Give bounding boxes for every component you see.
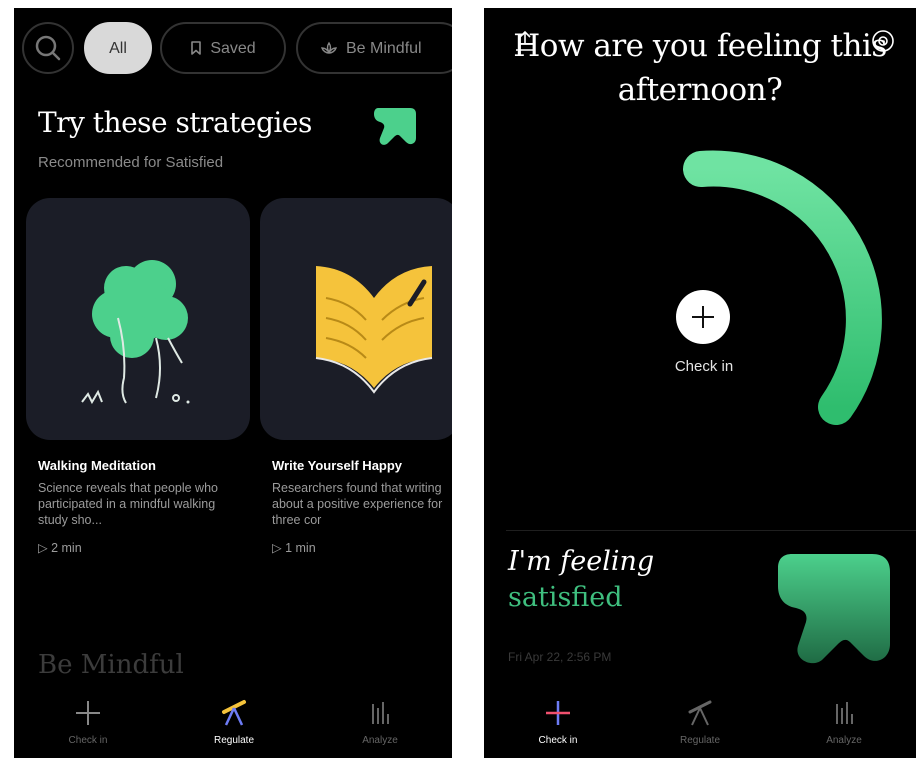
feeling-value: satisfied (508, 582, 623, 613)
card-description: Science reveals that people who particip… (38, 481, 218, 527)
card-title: Walking Meditation (38, 458, 156, 473)
regulate-screen: All Saved Be Mindful Try these strategie… (14, 8, 452, 758)
filter-chip-saved-label: Saved (210, 40, 256, 57)
check-in-label: Check in (674, 358, 734, 375)
card-duration-label: 2 min (51, 541, 82, 555)
tab-check-in[interactable]: Check in (38, 698, 138, 746)
card-duration: ▷ 2 min (38, 540, 82, 555)
tab-regulate[interactable]: Regulate (650, 698, 750, 746)
card-duration-label: 1 min (285, 541, 316, 555)
tab-label: Check in (68, 735, 108, 746)
telescope-icon (688, 700, 712, 726)
search-icon (35, 35, 61, 61)
card-title: Write Yourself Happy (272, 458, 403, 473)
strategy-card-write-yourself-happy[interactable] (260, 198, 452, 440)
be-mindful-heading: Be Mindful (38, 650, 184, 680)
mood-arc (683, 150, 882, 425)
bookmark-icon (191, 41, 202, 55)
tab-label: Check in (538, 735, 578, 746)
bar-chart-icon (372, 702, 389, 724)
tab-analyze[interactable]: Analyze (794, 698, 894, 746)
tab-label: Regulate (679, 735, 721, 746)
strategies-heading: Try these strategies (38, 106, 312, 139)
filter-chip-all[interactable]: All (84, 22, 152, 74)
check-in-button[interactable] (676, 290, 730, 344)
check-in-screen: How are you feeling this afternoon? Chec… (484, 8, 916, 758)
bar-chart-icon (836, 702, 853, 724)
tree-illustration-icon (81, 260, 190, 405)
tab-analyze[interactable]: Analyze (330, 698, 430, 746)
plus-icon (546, 701, 570, 725)
strategies-subtitle: Recommended for Satisfied (38, 154, 224, 171)
mood-logo-icon (374, 108, 416, 145)
divider (506, 530, 916, 531)
card-duration: ▷ 1 min (272, 540, 316, 555)
filter-chip-be-mindful[interactable]: Be Mindful (296, 22, 452, 74)
strategy-card-walking-meditation[interactable] (26, 198, 250, 440)
tab-check-in[interactable]: Check in (508, 698, 608, 746)
tab-label: Analyze (362, 735, 398, 746)
tab-regulate[interactable]: Regulate (184, 698, 284, 746)
tab-label: Regulate (213, 735, 255, 746)
plus-icon (692, 306, 714, 328)
feeling-prefix: I'm feeling (508, 546, 655, 577)
checkin-timestamp: Fri Apr 22, 2:56 PM (508, 650, 612, 664)
filter-chip-saved[interactable]: Saved (160, 22, 286, 74)
tab-bar: Check in Regulate Analyze (14, 698, 452, 758)
lotus-icon (321, 41, 337, 54)
search-button[interactable] (22, 22, 74, 74)
play-icon: ▷ (38, 541, 52, 555)
telescope-icon (222, 700, 246, 726)
plus-icon (76, 701, 100, 725)
tab-bar: Check in Regulate Analyze (484, 698, 916, 758)
book-illustration-icon (315, 266, 433, 394)
filter-chip-be-mindful-label: Be Mindful (346, 40, 422, 57)
mood-shape-icon (778, 554, 890, 664)
tab-label: Analyze (826, 735, 862, 746)
card-description: Researchers found that writing about a p… (272, 481, 443, 527)
play-icon: ▷ (272, 541, 286, 555)
